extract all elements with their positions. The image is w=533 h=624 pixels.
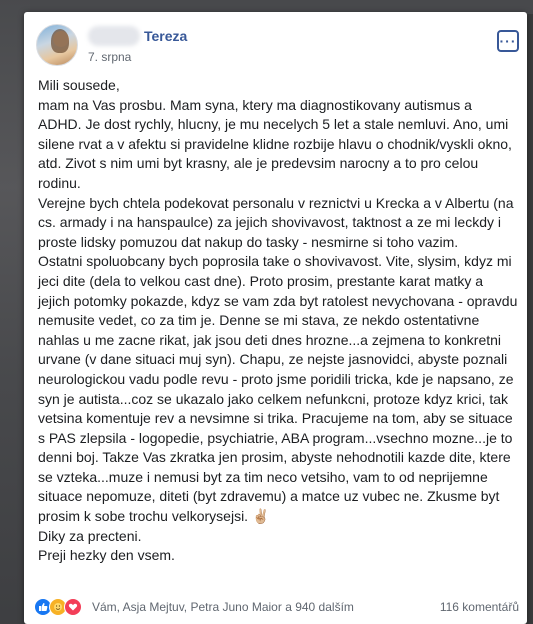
reaction-icons[interactable]	[34, 598, 82, 616]
post-paragraph: Ostatni spoluobcany bych poprosila take …	[38, 253, 518, 525]
author-name[interactable]: Tereza	[144, 28, 187, 44]
reaction-names[interactable]: Vám, Asja Mejtuv, Petra Juno Maior a 940…	[92, 600, 354, 614]
post-paragraph: Verejne bych chtela podekovat personalu …	[38, 194, 514, 250]
post-date[interactable]: 7. srpna	[88, 50, 131, 64]
post-footer: Vám, Asja Mejtuv, Petra Juno Maior a 940…	[34, 598, 519, 620]
post-header: Tereza 7. srpna ···	[36, 22, 519, 72]
post-paragraph: Diky za precteni. Preji hezky den vsem.	[38, 527, 175, 564]
more-options-icon: ···	[499, 33, 517, 49]
love-icon	[64, 598, 82, 616]
post-paragraph: Mili sousede, mam na Vas prosbu. Mam syn…	[38, 77, 512, 191]
more-options-button[interactable]: ···	[497, 30, 519, 52]
post-text: Mili sousede, mam na Vas prosbu. Mam syn…	[38, 76, 518, 566]
blurred-name	[88, 26, 140, 46]
comments-count[interactable]: 116 komentářů	[440, 600, 519, 614]
post-card: Tereza 7. srpna ··· Mili sousede, mam na…	[24, 12, 527, 624]
avatar[interactable]	[36, 24, 78, 66]
